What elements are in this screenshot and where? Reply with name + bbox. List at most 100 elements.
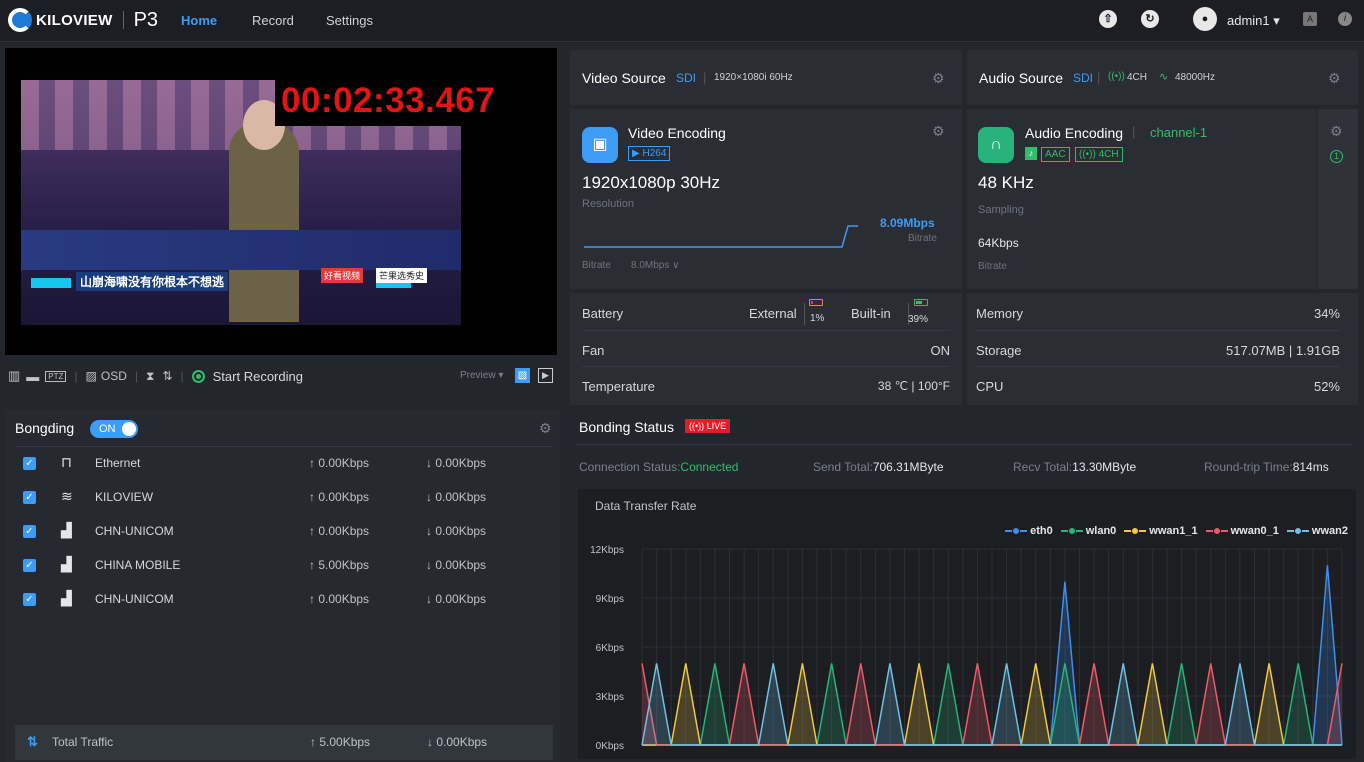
top-bar: KILOVIEW P3 Home Record Settings ⇧ ↻ ● a…: [0, 0, 1364, 42]
osd-icon[interactable]: ▨: [86, 369, 97, 383]
legend-item[interactable]: wlan0: [1060, 525, 1116, 537]
audio-source-channels: 4CH: [1127, 72, 1148, 83]
user-menu[interactable]: admin1 ▾: [1227, 13, 1280, 29]
total-traffic-label: Total Traffic: [52, 735, 114, 749]
legend-label: wwan0_1: [1230, 525, 1279, 537]
video-preview[interactable]: 山崩海啸没有你根本不想逃 好看视频 芒果选秀史 00:02:33.467: [5, 48, 557, 355]
audio-encoding-title: Audio Encoding: [1025, 125, 1124, 141]
layout-full-icon[interactable]: ▬: [26, 369, 39, 384]
legend-item[interactable]: wwan2: [1286, 525, 1348, 537]
bitrate-label: Bitrate: [908, 233, 937, 244]
external-battery-icon: [809, 299, 823, 306]
stage-screen: [21, 230, 461, 270]
legend-item[interactable]: eth0: [1005, 525, 1053, 537]
link-upload: ↑ 0.00Kbps: [309, 524, 370, 538]
bonding-link-row[interactable]: ✓ ▟ CHN-UNICOM ↑ 0.00Kbps ↓ 0.00Kbps: [5, 514, 560, 548]
gear-icon[interactable]: ⚙: [1328, 70, 1341, 87]
refresh-icon[interactable]: ↻: [1141, 10, 1159, 28]
legend-label: wwan2: [1311, 525, 1348, 537]
performer: [229, 122, 299, 322]
video-encoding-icon: ▣: [582, 127, 618, 163]
bonding-toggle[interactable]: ON: [90, 420, 138, 438]
mirror-icon[interactable]: ⇅: [162, 369, 172, 383]
battery-row: Battery External 1% Built-in 39%: [582, 293, 950, 331]
preview-dropdown[interactable]: Preview ▾: [460, 370, 503, 381]
video-logo-a: 好看视频: [321, 268, 364, 283]
video-preview-icon[interactable]: ▶: [538, 368, 553, 383]
ethernet-icon: ⊓: [61, 454, 72, 470]
divider: |: [1097, 70, 1101, 85]
bonding-link-row[interactable]: ✓ ▟ CHN-UNICOM ↑ 0.00Kbps ↓ 0.00Kbps: [5, 582, 560, 616]
bonding-link-row[interactable]: ✓ ≋ KILOVIEW ↑ 0.00Kbps ↓ 0.00Kbps: [5, 480, 560, 514]
channel-number-icon[interactable]: 1: [1330, 150, 1343, 163]
image-preview-icon[interactable]: ▨: [515, 368, 530, 383]
legend-item[interactable]: wwan0_1: [1205, 525, 1279, 537]
nav-settings[interactable]: Settings: [326, 13, 373, 28]
link-upload: ↑ 0.00Kbps: [309, 592, 370, 606]
legend-swatch: [1124, 527, 1147, 535]
video-toolbar: ▥ ▬ PTZ | ▨ OSD | ⧗ ⇅ | Start Recording: [8, 367, 303, 385]
gear-icon[interactable]: ⚙: [932, 123, 945, 140]
bonding-panel: Bongding ON ⚙ ✓ ⊓ Ethernet ↑ 0.00Kbps ↓ 0.00…: [5, 410, 560, 762]
recv-total: Recv Total:13.30MByte: [1013, 460, 1136, 474]
wifi-icon: ≋: [61, 488, 73, 504]
battery-label: Battery: [582, 306, 624, 321]
toggle-knob: [122, 422, 136, 436]
traffic-icon: ⇅: [27, 734, 38, 749]
nav-record[interactable]: Record: [252, 13, 294, 28]
data-transfer-chart: Data Transfer Rate eth0 wlan0 wwan1_1 wwan0…: [578, 489, 1356, 759]
bonding-link-row[interactable]: ✓ ▟ CHINA MOBILE ↑ 5.00Kbps ↓ 0.00Kbps: [5, 548, 560, 582]
gear-icon[interactable]: ⚙: [1330, 123, 1343, 140]
recv-value: 13.30MByte: [1072, 460, 1137, 474]
video-codec-tag: ▶ H264: [628, 146, 671, 161]
ptz-icon[interactable]: PTZ: [45, 370, 67, 382]
video-source-format: 1920×1080i 60Hz: [714, 72, 793, 83]
record-dot: [195, 373, 201, 379]
audio-source-title: Audio Source: [979, 70, 1064, 86]
link-download: ↓ 0.00Kbps: [426, 456, 487, 470]
send-label: Send Total:: [813, 460, 873, 474]
link-checkbox[interactable]: ✓: [23, 593, 36, 606]
info-icon[interactable]: i: [1338, 12, 1352, 26]
storage-label: Storage: [976, 343, 1022, 358]
divider: [576, 444, 1352, 445]
temperature-value: 38 ℃ | 100°F: [877, 379, 950, 393]
gear-icon[interactable]: ⚙: [932, 70, 945, 87]
bonding-status-panel: Bonding Status ((•)) LIVE Connection Sta…: [566, 410, 1364, 762]
flip-icon[interactable]: ⧗: [146, 369, 154, 384]
chart-plot: 0Kbps 3Kbps 6Kbps 9Kbps 12Kbps: [590, 545, 1343, 752]
audio-codec: AAC: [1041, 147, 1070, 162]
start-recording-button[interactable]: Start Recording: [213, 369, 303, 384]
rtt-value: 814ms: [1292, 460, 1329, 474]
video-encoding-title: Video Encoding: [628, 125, 726, 141]
gear-icon[interactable]: ⚙: [539, 420, 552, 437]
bitrate-setting-dropdown[interactable]: 8.0Mbps ∨: [631, 260, 679, 271]
video-source-title: Video Source: [582, 70, 666, 86]
link-upload: ↑ 0.00Kbps: [309, 456, 370, 470]
video-codec: H264: [642, 148, 667, 159]
y-tick-label: 6Kbps: [596, 643, 624, 654]
video-resolution: 1920x1080p 30Hz: [582, 173, 721, 192]
record-icon[interactable]: [191, 369, 205, 383]
language-icon[interactable]: A: [1303, 12, 1317, 26]
resolution-label: Resolution: [582, 198, 634, 210]
external-pct: 1%: [810, 313, 825, 324]
bonding-link-row[interactable]: ✓ ⊓ Ethernet ↑ 0.00Kbps ↓ 0.00Kbps: [5, 446, 560, 480]
builtin-battery-icon: [914, 299, 928, 306]
stage-light-1: [31, 278, 71, 288]
link-checkbox[interactable]: ✓: [23, 525, 36, 538]
layout-split-icon[interactable]: ▥: [8, 368, 20, 384]
legend-swatch: [1205, 527, 1228, 535]
nav-home[interactable]: Home: [181, 13, 217, 28]
link-name: CHINA MOBILE: [95, 558, 181, 572]
link-checkbox[interactable]: ✓: [23, 457, 36, 470]
legend-item[interactable]: wwan1_1: [1124, 525, 1198, 537]
total-upload: ↑ 5.00Kbps: [310, 735, 371, 749]
user-avatar-icon[interactable]: ●: [1193, 7, 1217, 31]
link-checkbox[interactable]: ✓: [23, 491, 36, 504]
logo-divider: [122, 11, 124, 29]
osd-button[interactable]: OSD: [101, 369, 127, 383]
link-checkbox[interactable]: ✓: [23, 559, 36, 572]
link-download: ↓ 0.00Kbps: [426, 558, 487, 572]
upload-icon[interactable]: ⇧: [1099, 10, 1117, 28]
